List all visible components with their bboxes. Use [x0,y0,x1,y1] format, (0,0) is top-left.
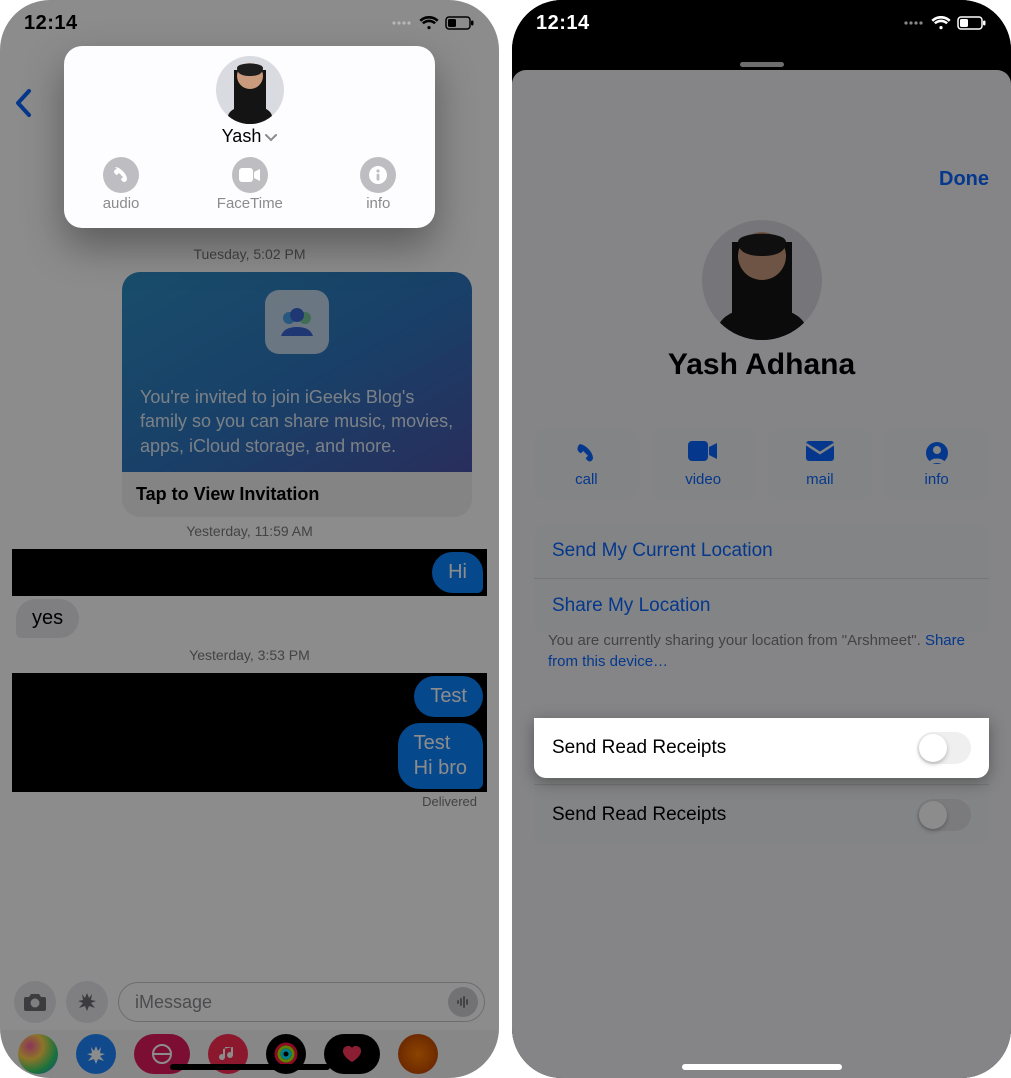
home-indicator[interactable] [682,1064,842,1070]
cellular-icon [391,18,413,28]
dim-overlay [512,0,1011,1078]
battery-icon [957,16,987,30]
wifi-icon [419,16,439,30]
chevron-down-icon [265,126,277,147]
status-time: 12:14 [24,12,78,35]
phone-icon [103,157,139,193]
facetime-button[interactable]: FaceTime [217,157,283,212]
toggle-label: Send Read Receipts [552,737,726,759]
status-time: 12:14 [536,12,590,35]
cellular-icon [903,18,925,28]
wifi-icon [931,16,951,30]
audio-call-button[interactable]: audio [103,157,140,212]
right-phone: 12:14 Done Yash Adhana [512,0,1011,1078]
action-label: FaceTime [217,195,283,212]
video-icon [232,157,268,193]
info-button[interactable]: info [360,157,396,212]
contact-name-row[interactable]: Yash [222,126,278,147]
contact-avatar[interactable] [216,56,284,124]
left-phone: 12:14 Tues [0,0,499,1078]
status-bar: 12:14 [0,0,499,46]
action-label: info [366,195,390,212]
action-label: audio [103,195,140,212]
home-indicator[interactable] [170,1064,330,1070]
status-icons [903,16,987,30]
status-bar: 12:14 [512,0,1011,46]
status-icons [391,16,475,30]
contact-popup: Yash audio FaceTime info [64,46,435,228]
contact-name: Yash [222,126,262,147]
send-read-receipts-row: Send Read Receipts [534,718,989,778]
battery-icon [445,16,475,30]
send-read-receipts-toggle[interactable] [917,732,971,764]
info-icon [360,157,396,193]
